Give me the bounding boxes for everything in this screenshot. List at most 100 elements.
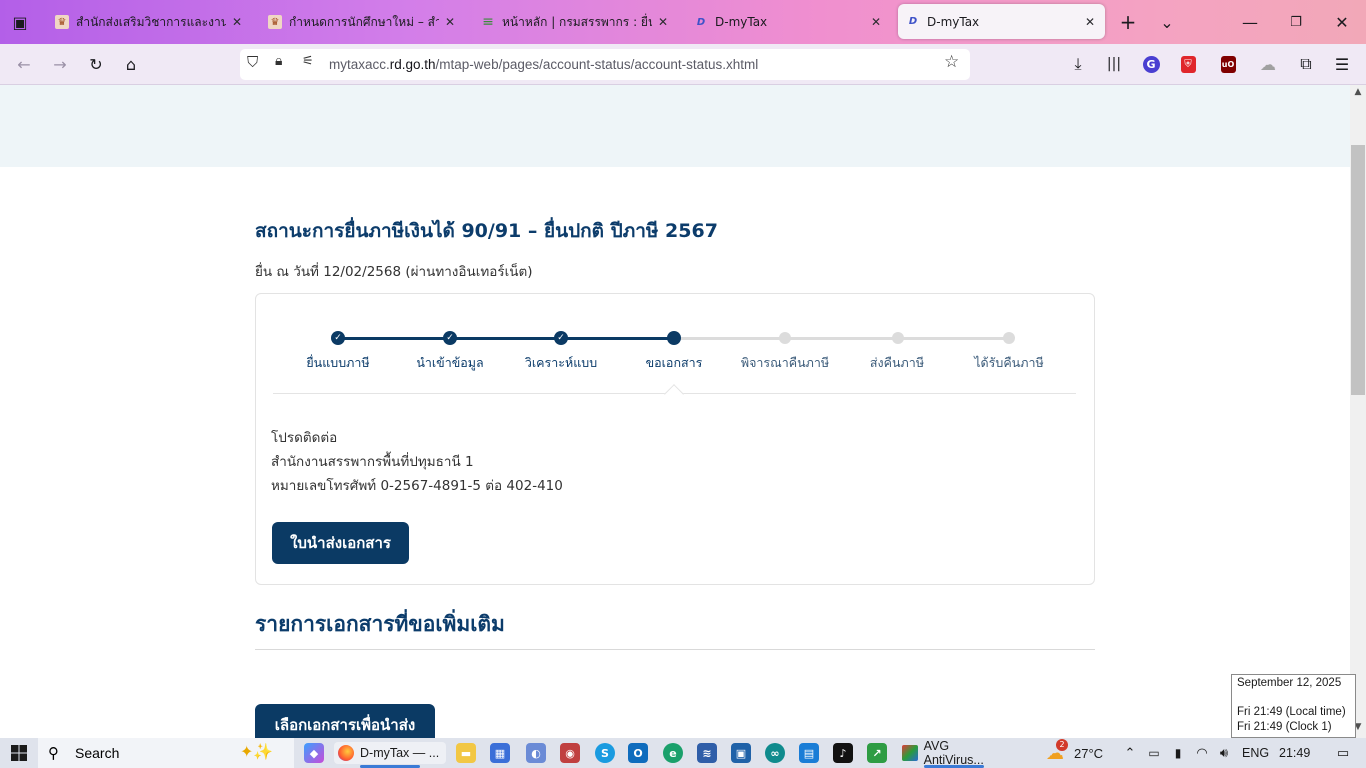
- tab-2[interactable]: ♛ กำหนดการนักศึกษาใหม่ – สำนัก ✕: [260, 6, 465, 38]
- app-icon[interactable]: ▤: [799, 743, 819, 763]
- tab-3[interactable]: ≡ หน้าหลัก | กรมสรรพากร : ยื่นแบ ✕: [473, 6, 678, 38]
- search-icon: ⚲: [48, 744, 59, 762]
- store-icon[interactable]: ▦: [490, 743, 510, 763]
- forward-icon[interactable]: →: [48, 52, 72, 76]
- step-label: ยื่นแบบภาษี: [306, 355, 370, 370]
- section-divider: [255, 649, 1095, 650]
- ad-blocker-shield-icon[interactable]: ⛨: [1176, 52, 1200, 76]
- app-icon[interactable]: ≋: [697, 743, 717, 763]
- copilot-icon[interactable]: ◆: [304, 743, 324, 763]
- wifi-icon[interactable]: ◠: [1192, 742, 1212, 764]
- window-close-icon[interactable]: ✕: [1330, 10, 1354, 34]
- url-subdomain: mytaxacc.: [329, 57, 390, 72]
- close-icon[interactable]: ✕: [1083, 15, 1097, 29]
- scroll-up-icon[interactable]: ▲: [1350, 87, 1366, 101]
- sparkle-icon: ✦✨: [240, 742, 274, 761]
- notifications-icon[interactable]: ▭: [1330, 742, 1356, 764]
- battery-icon[interactable]: ▮: [1168, 742, 1188, 764]
- stepper-progress-line: [338, 337, 674, 340]
- tab-5-active[interactable]: D D-myTax ✕: [898, 4, 1105, 39]
- avg-task-label: AVG AntiVirus...: [923, 739, 984, 767]
- address-bar[interactable]: ⛉ 🔒︎ ⚟ mytaxacc.rd.go.th/mtap-web/pages/…: [240, 49, 970, 80]
- step-dot-pending: [892, 332, 904, 344]
- navigation-bar: ← → ↻ ⌂ ⛉ 🔒︎ ⚟ mytaxacc.rd.go.th/mtap-we…: [0, 44, 1366, 85]
- close-icon[interactable]: ✕: [443, 15, 457, 29]
- weather-badge: 2: [1056, 739, 1068, 751]
- ublock-origin-icon[interactable]: uO: [1216, 52, 1240, 76]
- bookmark-star-icon[interactable]: ☆: [944, 52, 959, 72]
- taskbar-clock[interactable]: 21:49: [1279, 746, 1310, 760]
- page-title: สถานะการยื่นภาษีเงินได้ 90/91 – ยื่นปกติ…: [255, 220, 718, 242]
- windows-taskbar: ⚲ Search ✦✨ ◆ D-myTax — ... ▬ ▦ ◐ ◉ S O …: [0, 738, 1366, 768]
- step-label: นำเข้าข้อมูล: [416, 355, 484, 370]
- close-icon[interactable]: ✕: [230, 15, 244, 29]
- tab-1[interactable]: ♛ สำนักส่งเสริมวิชาการและงานทะ ✕: [47, 6, 252, 38]
- scrollbar-thumb[interactable]: [1351, 145, 1365, 395]
- step-dot-pending: [1003, 332, 1015, 344]
- home-icon[interactable]: ⌂: [119, 52, 143, 76]
- step-label: ได้รับคืนภาษี: [974, 355, 1044, 370]
- url-path: /mtap-web/pages/account-status/account-s…: [435, 57, 759, 72]
- minimize-icon[interactable]: —: [1238, 10, 1262, 34]
- new-tab-icon[interactable]: +: [1116, 10, 1140, 34]
- weather-temperature[interactable]: 27°C: [1074, 746, 1103, 761]
- downloads-icon[interactable]: ⤓: [1066, 52, 1090, 76]
- windows-start-icon[interactable]: [6, 742, 32, 764]
- menu-hamburger-icon[interactable]: ☰: [1330, 52, 1354, 76]
- lock-icon[interactable]: 🔒︎: [275, 53, 282, 69]
- tiktok-icon[interactable]: ♪: [833, 743, 853, 763]
- firefox-view-icon[interactable]: ▣: [8, 10, 32, 34]
- restore-icon[interactable]: ❐: [1284, 10, 1308, 34]
- arduino-icon[interactable]: ∞: [765, 743, 785, 763]
- step-dot-check-icon: ✓: [331, 331, 345, 345]
- tab-4[interactable]: D D-myTax ✕: [686, 6, 891, 38]
- chevron-up-icon[interactable]: ⌃: [1120, 742, 1140, 764]
- app-icon[interactable]: ↗: [867, 743, 887, 763]
- library-icon[interactable]: |||: [1102, 52, 1126, 76]
- taskbar-firefox[interactable]: D-myTax — ...: [334, 742, 446, 764]
- back-icon[interactable]: ←: [12, 52, 36, 76]
- dmytax-icon: D: [696, 16, 706, 28]
- edge-icon[interactable]: e: [663, 743, 683, 763]
- close-icon[interactable]: ✕: [869, 15, 883, 29]
- outlook-icon[interactable]: O: [628, 743, 648, 763]
- step-dot-check-icon: ✓: [443, 331, 457, 345]
- skype-icon[interactable]: S: [595, 743, 615, 763]
- submit-document-button[interactable]: ใบนำส่งเอกสาร: [272, 522, 409, 564]
- firefox-task-label: D-myTax — ...: [360, 746, 440, 760]
- step-label-current: ขอเอกสาร: [645, 355, 703, 370]
- extension-cloud-icon[interactable]: ☁: [1256, 52, 1280, 76]
- reload-icon[interactable]: ↻: [84, 52, 108, 76]
- step-label: พิจารณาคืนภาษี: [740, 355, 830, 370]
- app-icon[interactable]: ◐: [526, 743, 546, 763]
- university-seal-icon: ♛: [55, 15, 69, 29]
- step-dot-current: [667, 331, 681, 345]
- account-icon[interactable]: G: [1139, 52, 1163, 76]
- step-dot-check-icon: ✓: [554, 331, 568, 345]
- revenue-department-icon: ≡: [482, 14, 494, 30]
- clock-date: September 12, 2025: [1237, 677, 1342, 689]
- url-text[interactable]: mytaxacc.rd.go.th/mtap-web/pages/account…: [329, 57, 758, 72]
- tab-title: D-myTax: [927, 14, 980, 29]
- search-label: Search: [75, 745, 120, 761]
- extensions-puzzle-icon[interactable]: ⧉: [1294, 52, 1318, 76]
- contact-office: สำนักงานสรรพากรพื้นที่ปทุมธานี 1: [271, 454, 474, 470]
- permissions-icon[interactable]: ⚟: [302, 54, 314, 69]
- meet-now-icon[interactable]: ▭: [1144, 742, 1164, 764]
- taskbar-search[interactable]: ⚲ Search ✦✨: [38, 738, 294, 768]
- weather-icon[interactable]: ☁ 2: [1040, 739, 1070, 764]
- chevron-down-icon[interactable]: ⌄: [1155, 10, 1179, 34]
- app-icon[interactable]: ▣: [731, 743, 751, 763]
- step-dot-pending: [779, 332, 791, 344]
- taskbar-avg[interactable]: AVG AntiVirus...: [898, 739, 1010, 767]
- browser-tab-strip: ▣ ♛ สำนักส่งเสริมวิชาการและงานทะ ✕ ♛ กำห…: [0, 0, 1366, 44]
- volume-icon[interactable]: 🔊︎: [1214, 742, 1234, 764]
- close-icon[interactable]: ✕: [656, 15, 670, 29]
- tab-title: หน้าหลัก | กรมสรรพากร : ยื่นแบ: [502, 14, 652, 29]
- app-icon[interactable]: ◉: [560, 743, 580, 763]
- step-label: ส่งคืนภาษี: [869, 355, 925, 370]
- language-indicator[interactable]: ENG: [1242, 746, 1269, 760]
- file-explorer-icon[interactable]: ▬: [456, 743, 476, 763]
- contact-heading: โปรดติดต่อ: [271, 430, 338, 446]
- shield-icon[interactable]: ⛉: [247, 53, 258, 71]
